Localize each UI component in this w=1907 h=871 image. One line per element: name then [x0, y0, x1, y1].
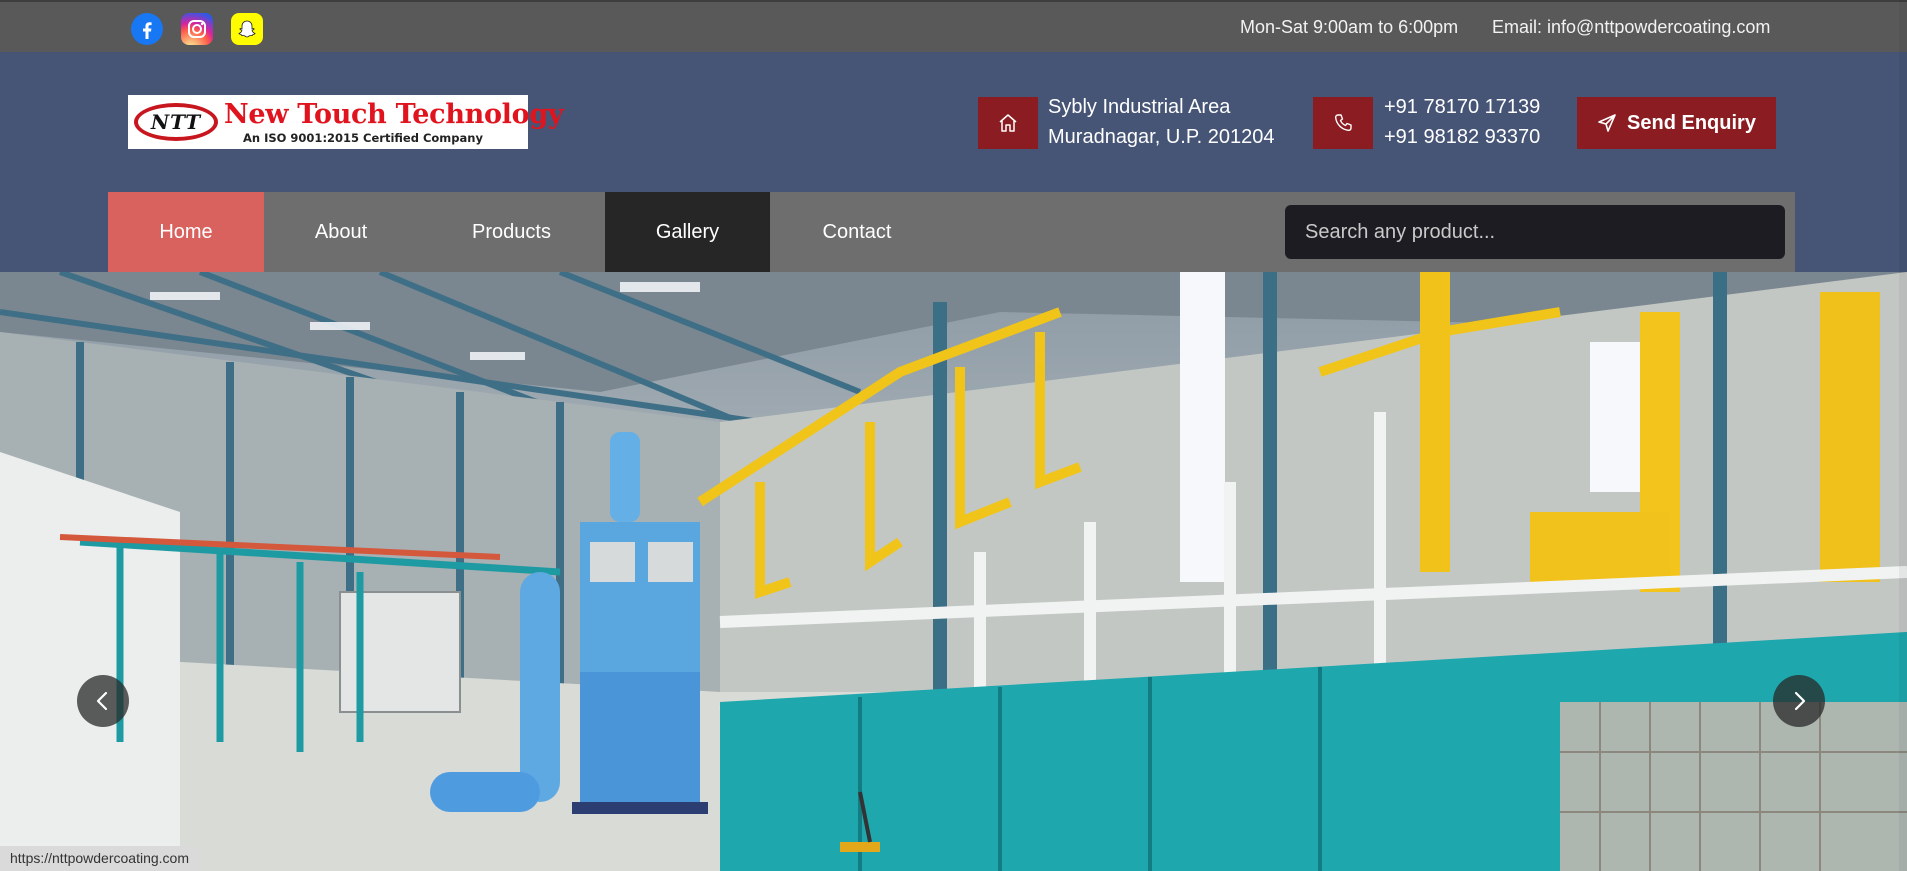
contact-email[interactable]: Email: info@nttpowdercoating.com	[1492, 17, 1770, 38]
send-enquiry-button[interactable]: Send Enquiry	[1577, 97, 1776, 149]
slider-prev-button[interactable]	[77, 675, 129, 727]
send-icon	[1598, 114, 1616, 132]
phone-number-1[interactable]: +91 78170 17139	[1384, 92, 1540, 122]
main-nav: Home About Products Gallery Contact	[108, 192, 1795, 272]
status-bar-url: https://nttpowdercoating.com	[0, 846, 199, 871]
logo-company-name: New Touch Technology	[224, 99, 564, 130]
nav-gallery[interactable]: Gallery	[605, 192, 770, 272]
chevron-left-icon	[96, 691, 108, 711]
send-enquiry-label: Send Enquiry	[1627, 111, 1756, 134]
logo-mark: NTT	[134, 103, 218, 141]
site-logo[interactable]: NTT New Touch Technology An ISO 9001:201…	[128, 95, 564, 149]
top-bar: Mon-Sat 9:00am to 6:00pm Email: info@ntt…	[0, 0, 1907, 52]
address-block: Sybly Industrial Area Muradnagar, U.P. 2…	[1048, 92, 1274, 152]
nav-about[interactable]: About	[264, 192, 418, 272]
nav-products[interactable]: Products	[418, 192, 605, 272]
address-line-1: Sybly Industrial Area	[1048, 96, 1231, 118]
facebook-icon[interactable]	[131, 13, 163, 45]
business-hours: Mon-Sat 9:00am to 6:00pm	[1240, 17, 1459, 37]
slider-next-button[interactable]	[1773, 675, 1825, 727]
home-icon	[978, 97, 1038, 149]
search-input[interactable]	[1285, 205, 1785, 259]
address-line-2: Muradnagar, U.P. 201204	[1048, 126, 1275, 148]
phone-number-2[interactable]: +91 98182 93370	[1384, 122, 1540, 152]
snapchat-icon[interactable]	[231, 13, 263, 45]
hero-slider	[0, 272, 1907, 871]
scrollbar[interactable]	[1899, 0, 1907, 871]
header: NTT New Touch Technology An ISO 9001:201…	[0, 52, 1907, 192]
nav-home[interactable]: Home	[108, 192, 264, 272]
logo-tagline: An ISO 9001:2015 Certified Company	[243, 131, 483, 145]
phone-icon	[1313, 97, 1373, 149]
phone-block: +91 78170 17139 +91 98182 93370	[1384, 92, 1540, 152]
nav-contact[interactable]: Contact	[770, 192, 944, 272]
hero-image	[0, 272, 1907, 871]
page: Mon-Sat 9:00am to 6:00pm Email: info@ntt…	[0, 0, 1907, 871]
chevron-right-icon	[1794, 691, 1806, 711]
instagram-icon[interactable]	[181, 13, 213, 45]
